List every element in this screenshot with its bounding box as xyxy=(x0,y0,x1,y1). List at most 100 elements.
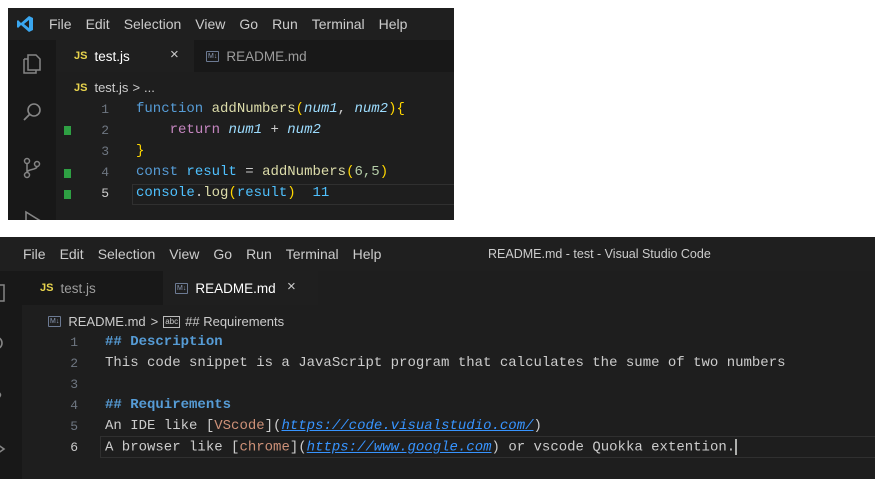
run-debug-icon[interactable] xyxy=(20,208,44,220)
tab-bar: JS test.js × M↓ README.md xyxy=(56,40,454,72)
markdown-heading: ## Requirements xyxy=(105,397,232,413)
menu-run[interactable]: Run xyxy=(239,246,279,262)
line-number: 3 xyxy=(70,377,78,392)
menu-view[interactable]: View xyxy=(188,16,232,32)
variable: result xyxy=(186,164,237,180)
md-line-6[interactable]: A browser like [chrome](https://www.goog… xyxy=(105,439,738,456)
search-icon[interactable] xyxy=(0,331,8,355)
keyword: function xyxy=(136,101,204,117)
menu-go[interactable]: Go xyxy=(206,246,239,262)
tab-label: test.js xyxy=(60,280,96,296)
menu-file[interactable]: File xyxy=(42,16,79,32)
menu-go[interactable]: Go xyxy=(232,16,265,32)
breadcrumb-file[interactable]: test.js xyxy=(94,80,128,95)
markdown-text: A browser like xyxy=(105,439,232,456)
tab-test-js[interactable]: JS test.js × xyxy=(56,40,194,72)
menu-view[interactable]: View xyxy=(162,246,206,262)
md-line-1[interactable]: ## Description xyxy=(105,334,223,350)
parameter: num1 xyxy=(304,101,338,117)
menu-help[interactable]: Help xyxy=(372,16,415,32)
git-added-marker xyxy=(64,126,71,135)
quokka-output-value: 11 xyxy=(312,185,330,201)
markdown-text: ) or vscode Quokka extention. xyxy=(491,439,736,456)
function-name: log xyxy=(203,185,229,201)
menu-terminal[interactable]: Terminal xyxy=(305,16,372,32)
keyword: return xyxy=(169,122,221,138)
tab-readme-md[interactable]: M↓ README.md xyxy=(194,40,334,72)
menu-edit[interactable]: Edit xyxy=(53,246,91,262)
code-line-3[interactable]: } xyxy=(136,143,144,159)
menu-edit[interactable]: Edit xyxy=(79,16,117,32)
tab-label: README.md xyxy=(195,280,276,296)
argument: result xyxy=(236,185,288,201)
tab-readme-md[interactable]: M↓ README.md × xyxy=(163,271,318,305)
link-url[interactable]: https://www.google.com xyxy=(307,440,492,456)
line-number: 3 xyxy=(101,144,109,159)
line-number: 5 xyxy=(101,186,109,201)
close-tab-icon[interactable]: × xyxy=(170,46,179,63)
punctuation: ]( xyxy=(289,439,307,456)
md-line-5[interactable]: An IDE like [VScode](https://code.visual… xyxy=(105,418,542,434)
link-text: chrome xyxy=(239,439,290,456)
tab-label: README.md xyxy=(226,48,307,64)
punctuation: [ xyxy=(205,418,215,434)
explorer-icon[interactable] xyxy=(20,52,44,76)
md-line-2[interactable]: This code snippet is a JavaScript progra… xyxy=(105,355,786,371)
menu-help[interactable]: Help xyxy=(346,246,389,262)
code-line-5[interactable]: console.log(result) 11 xyxy=(136,185,329,201)
operator: + xyxy=(262,122,288,138)
breadcrumb-file[interactable]: README.md xyxy=(68,314,145,329)
explorer-icon[interactable] xyxy=(0,281,8,305)
vscode-logo-icon[interactable] xyxy=(8,15,42,33)
search-icon[interactable] xyxy=(20,100,44,124)
punctuation: . xyxy=(194,185,204,201)
closing-brace: } xyxy=(136,143,145,159)
line-number: 4 xyxy=(101,165,109,180)
git-added-marker xyxy=(64,169,71,178)
punctuation: ]( xyxy=(264,418,282,434)
markdown-text: This code snippet is a JavaScript progra… xyxy=(105,355,786,371)
object: console xyxy=(136,185,195,201)
code-line-2[interactable]: return num1 + num2 xyxy=(136,122,321,138)
menu-terminal[interactable]: Terminal xyxy=(279,246,346,262)
js-file-icon: JS xyxy=(74,50,88,62)
punctuation: , xyxy=(337,101,355,117)
line-number: 1 xyxy=(70,335,78,350)
breadcrumb-separator: > xyxy=(132,80,141,95)
parameter: num1 xyxy=(228,122,263,138)
source-control-icon[interactable] xyxy=(0,383,8,407)
parameter: num2 xyxy=(354,101,389,117)
code-line-4[interactable]: const result = addNumbers(6,5) xyxy=(136,164,388,180)
menu-run[interactable]: Run xyxy=(265,16,305,32)
tab-bar: JS test.js M↓ README.md × xyxy=(22,271,318,305)
code-line-1[interactable]: function addNumbers(num1, num2){ xyxy=(136,101,405,117)
line-number: 2 xyxy=(101,123,109,138)
breadcrumb-symbol[interactable]: ## Requirements xyxy=(185,314,284,329)
vscode-window-readme: File Edit Selection View Go Run Terminal… xyxy=(0,237,875,479)
tab-test-js[interactable]: JS test.js xyxy=(22,271,163,305)
breadcrumb-symbol[interactable]: ... xyxy=(144,80,155,95)
function-name: addNumbers xyxy=(262,164,347,180)
vscode-window-test-js: File Edit Selection View Go Run Terminal… xyxy=(8,8,454,220)
menu-selection[interactable]: Selection xyxy=(91,246,163,262)
arguments: 6,5 xyxy=(354,164,380,180)
parameter: num2 xyxy=(287,122,321,138)
source-control-icon[interactable] xyxy=(20,156,44,180)
line-number: 2 xyxy=(70,356,78,371)
menu-file[interactable]: File xyxy=(16,246,53,262)
string-symbol-icon: abc xyxy=(163,315,181,328)
keyword: const xyxy=(136,164,179,180)
md-line-4[interactable]: ## Requirements xyxy=(105,397,231,413)
menu-bar: File Edit Selection View Go Run Terminal… xyxy=(8,8,454,40)
menu-selection[interactable]: Selection xyxy=(117,16,189,32)
close-tab-icon[interactable]: × xyxy=(287,278,296,295)
markdown-file-icon: M↓ xyxy=(175,282,189,294)
markdown-file-icon: M↓ xyxy=(206,50,220,62)
menu-bar: File Edit Selection View Go Run Terminal… xyxy=(0,237,875,271)
git-added-marker xyxy=(64,190,71,199)
operator: = xyxy=(236,164,263,180)
run-debug-icon[interactable] xyxy=(0,437,8,461)
window-title: README.md - test - Visual Studio Code xyxy=(488,247,711,261)
link-url[interactable]: https://code.visualstudio.com/ xyxy=(281,418,533,434)
markdown-text: An IDE like xyxy=(105,418,206,434)
